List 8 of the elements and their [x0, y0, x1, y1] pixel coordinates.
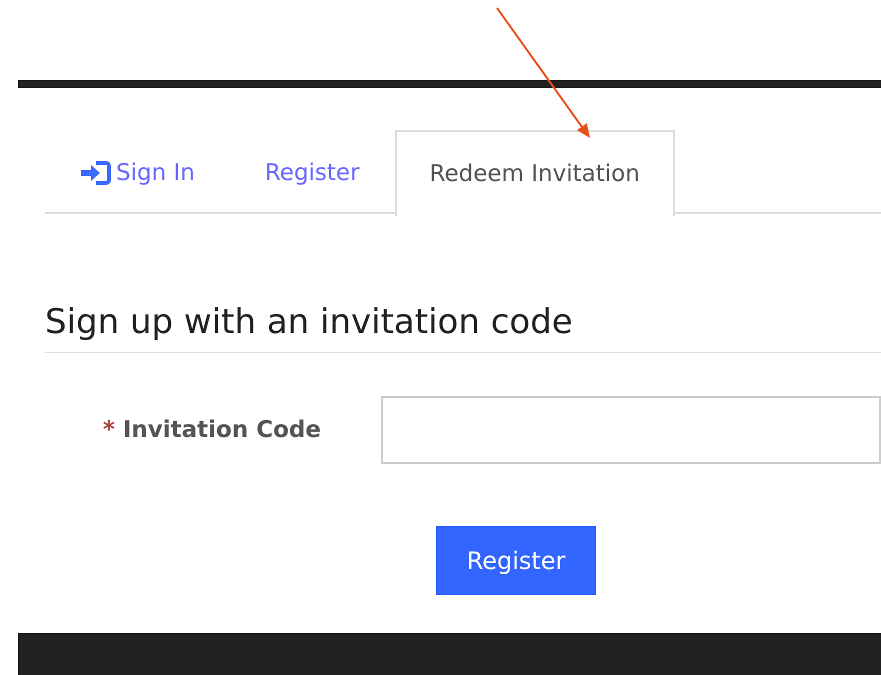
sign-in-icon — [79, 160, 113, 186]
input-field[interactable] — [381, 396, 881, 464]
field-label: * Invitation Code — [102, 417, 321, 443]
page-heading: Sign up with an invitation code — [45, 302, 881, 353]
tab[interactable]: Sign In — [45, 130, 230, 214]
register-button[interactable]: Register — [436, 526, 596, 595]
tab[interactable]: Register — [230, 130, 395, 214]
tab[interactable]: Redeem Invitation — [394, 130, 675, 216]
